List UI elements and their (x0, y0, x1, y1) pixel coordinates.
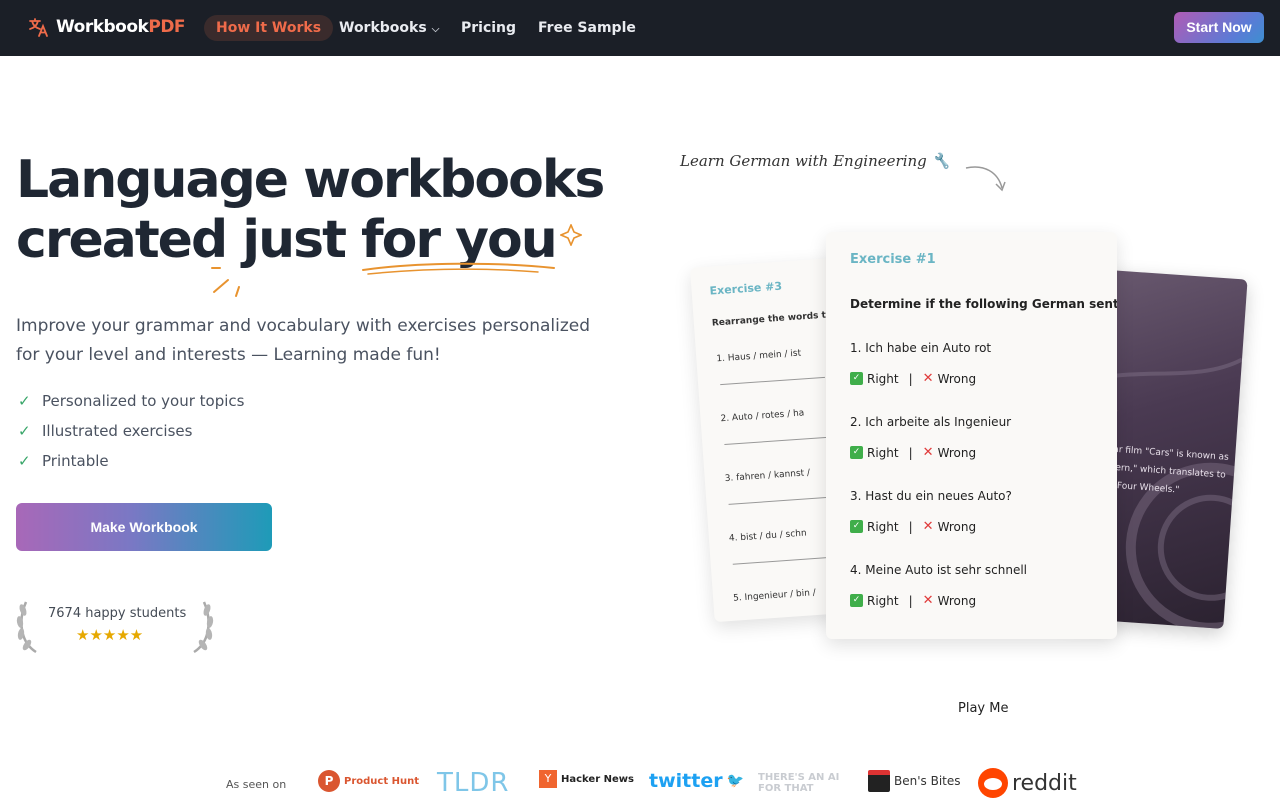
brand-label: reddit (1012, 770, 1077, 796)
brand-bens-bites[interactable]: Ben's Bites (868, 770, 961, 792)
answer-line (724, 436, 830, 446)
brand-tldr[interactable]: TLDR (437, 768, 509, 798)
cross-mark-icon: ✕ (922, 593, 934, 608)
feature-label: Personalized to your topics (42, 392, 245, 410)
brand-label: THERE'S AN AI FOR THAT (758, 772, 840, 794)
right-option[interactable]: Right (867, 594, 899, 608)
translate-icon (29, 18, 48, 37)
nav-how-it-works[interactable]: How It Works (204, 15, 334, 41)
answer-line (732, 556, 838, 565)
curved-arrow-icon (965, 166, 1006, 192)
brand-product-hunt[interactable]: P Product Hunt (318, 770, 419, 792)
exercise-row: 3. fahren / kannst / (724, 468, 811, 485)
as-seen-on-label: As seen on (226, 778, 287, 791)
top-nav: WorkbookPDF How It Works Workbooks ⌵ Pric… (0, 0, 1280, 56)
nav-free-sample[interactable]: Free Sample (538, 15, 636, 41)
answer-options: ✓ Right | ✕ Wrong (850, 445, 976, 460)
exercise-row: 1. Haus / mein / ist (716, 348, 802, 365)
brand-reddit[interactable]: reddit (978, 768, 1077, 798)
laurel-left-icon (16, 601, 37, 654)
brand-label: Hacker News (561, 773, 634, 785)
brand-hacker-news[interactable]: Y Hacker News (539, 770, 634, 788)
cross-mark-icon: ✕ (922, 519, 934, 534)
exercise-question: 3. Hast du ein neues Auto? (850, 489, 1012, 503)
feature-item: ✓ Illustrated exercises (18, 416, 244, 446)
exercise-row: 2. Auto / rotes / ha (720, 408, 805, 425)
nav-pricing[interactable]: Pricing (461, 15, 516, 41)
nav-workbooks[interactable]: Workbooks ⌵ (339, 15, 439, 41)
play-me-button[interactable]: Play Me (958, 701, 1008, 716)
happy-students-count: 7674 happy students (48, 606, 187, 621)
check-icon: ✓ (18, 452, 31, 470)
feature-item: ✓ Personalized to your topics (18, 386, 244, 416)
exercise-row: 4. bist / du / schn (728, 528, 808, 544)
answer-options: ✓ Right | ✕ Wrong (850, 593, 976, 608)
laurel-right-icon (193, 601, 214, 654)
check-icon: ✓ (18, 392, 31, 410)
wrong-option[interactable]: Wrong (938, 594, 977, 608)
exercise-question: 1. Ich habe ein Auto rot (850, 341, 992, 355)
logo-accent: PDF (148, 17, 186, 37)
make-workbook-button[interactable]: Make Workbook (16, 503, 272, 551)
brand-label: twitter (649, 770, 723, 792)
check-mark-icon: ✓ (850, 446, 863, 459)
brand-label: Ben's Bites (894, 774, 961, 788)
feature-item: ✓ Printable (18, 446, 244, 476)
check-mark-icon: ✓ (850, 372, 863, 385)
exercise-question: 4. Meine Auto ist sehr schnell (850, 563, 1028, 577)
feature-list: ✓ Personalized to your topics ✓ Illustrate… (18, 386, 244, 476)
start-now-button[interactable]: Start Now (1174, 12, 1264, 43)
logo-main: Workbook (56, 17, 149, 37)
exercise-instruction: Determine if the following German senten… (850, 297, 1117, 311)
product-hunt-icon: P (318, 770, 340, 792)
handwritten-note: Learn German with Engineering 🔧 (680, 152, 951, 170)
answer-line (720, 376, 825, 386)
logo[interactable]: WorkbookPDF (28, 16, 186, 38)
exercise-title: Exercise #3 (709, 279, 783, 298)
illustration-caption: ixar film "Cars" is known as adern," whi… (1102, 444, 1230, 496)
answer-line (728, 496, 834, 505)
brand-label: TLDR (437, 768, 510, 798)
feature-label: Printable (42, 452, 109, 470)
hacker-news-icon: Y (539, 770, 557, 788)
nav-workbooks-label: Workbooks (339, 20, 427, 36)
answer-options: ✓ Right | ✕ Wrong (850, 519, 976, 534)
hero-title-line1: Language workbooks (16, 150, 605, 210)
exercise-card-1[interactable]: Exercise #1 Determine if the following G… (826, 232, 1117, 639)
hero-subtitle: Improve your grammar and vocabulary with… (16, 316, 591, 365)
twitter-bird-icon: 🐦 (726, 773, 745, 789)
cross-mark-icon: ✕ (922, 445, 934, 460)
chevron-down-icon: ⌵ (431, 24, 440, 35)
reddit-icon (978, 768, 1008, 798)
hero-title: Language workbooks created just for you (16, 150, 656, 270)
check-mark-icon: ✓ (850, 520, 863, 533)
right-option[interactable]: Right (867, 372, 899, 386)
feature-label: Illustrated exercises (42, 422, 193, 440)
wrong-option[interactable]: Wrong (938, 372, 977, 386)
check-icon: ✓ (18, 422, 31, 440)
underline-decoration (211, 262, 555, 297)
check-mark-icon: ✓ (850, 594, 863, 607)
wrong-option[interactable]: Wrong (938, 520, 977, 534)
right-option[interactable]: Right (867, 446, 899, 460)
exercise-title: Exercise #1 (850, 252, 936, 267)
exercise-question: 2. Ich arbeite als Ingenieur (850, 415, 1012, 429)
cross-mark-icon: ✕ (922, 371, 934, 386)
bens-bites-icon (868, 770, 890, 792)
sparkle-icon (560, 224, 582, 246)
wrong-option[interactable]: Wrong (938, 446, 977, 460)
brand-twitter[interactable]: twitter 🐦 (649, 770, 744, 792)
right-option[interactable]: Right (867, 520, 899, 534)
exercise-row: 5. Ingenieur / bin / (732, 588, 817, 604)
brand-label: Product Hunt (344, 775, 419, 787)
answer-options: ✓ Right | ✕ Wrong (850, 371, 976, 386)
star-rating: ★★★★★ (76, 626, 144, 644)
brand-theres-an-ai-for-that[interactable]: THERE'S AN AI FOR THAT (758, 772, 848, 794)
